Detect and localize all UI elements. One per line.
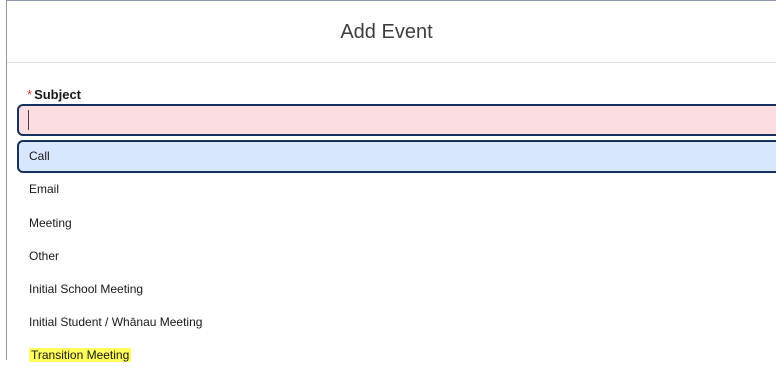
modal-title: Add Event — [340, 21, 433, 43]
text-caret — [28, 110, 29, 130]
subject-label-text: Subject — [34, 87, 82, 102]
option-call[interactable]: Call — [17, 140, 776, 173]
subject-label: * Subject — [27, 87, 81, 102]
option-label: Other — [29, 249, 60, 263]
option-label: Email — [29, 182, 60, 196]
option-initial-student-whanau-meeting[interactable]: Initial Student / Whānau Meeting — [17, 306, 776, 339]
required-marker: * — [27, 87, 33, 102]
option-label: Meeting — [29, 216, 72, 230]
option-label: Initial School Meeting — [29, 282, 144, 296]
option-meeting[interactable]: Meeting — [17, 207, 776, 240]
subject-options-listbox: Call Email Meeting Other Initial School … — [17, 140, 776, 362]
option-transition-meeting[interactable]: Transition Meeting — [17, 339, 776, 372]
modal-header: Add Event — [7, 1, 776, 63]
subject-input[interactable] — [17, 104, 776, 136]
option-label: Call — [29, 149, 50, 163]
option-label: Initial Student / Whānau Meeting — [29, 315, 203, 329]
option-initial-school-meeting[interactable]: Initial School Meeting — [17, 273, 776, 306]
option-email[interactable]: Email — [17, 173, 776, 206]
option-other[interactable]: Other — [17, 240, 776, 273]
